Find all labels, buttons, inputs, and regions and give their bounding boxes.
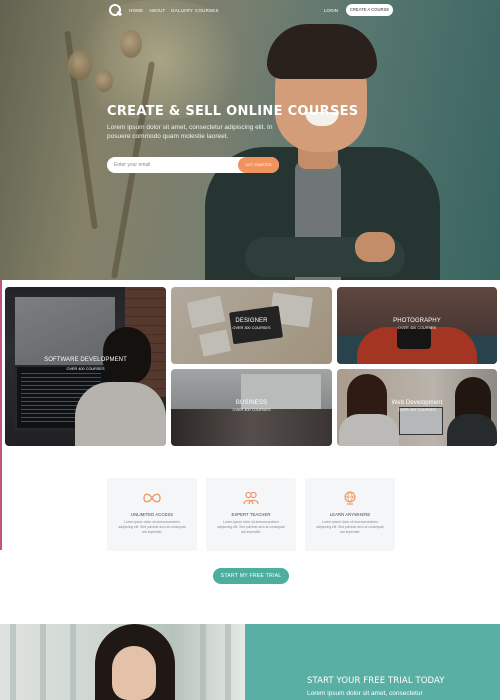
logo-icon[interactable] bbox=[109, 4, 121, 16]
course-tile-title: BUSINESS bbox=[235, 400, 268, 406]
left-accent-edge bbox=[0, 280, 2, 550]
course-tile-designer[interactable]: DESIGNER OVER 300 COURSES bbox=[171, 287, 332, 364]
nav-link-home[interactable]: HOME bbox=[129, 8, 143, 13]
users-icon bbox=[243, 491, 259, 505]
email-signup-form: GET STARTED bbox=[107, 157, 279, 173]
feature-title: LEARN ANYWHERE bbox=[329, 512, 371, 517]
feature-description: Lorem ipsum dolor sit ameconsectetur adi… bbox=[316, 520, 384, 534]
course-tile-business[interactable]: BUSINESS OVER 400 COURSES bbox=[171, 369, 332, 446]
feature-card-expert-teacher: EXPERT TEACHER Lorem ipsum dolor sit ame… bbox=[206, 478, 296, 551]
hero-title: CREATE & SELL ONLINE COURSES bbox=[107, 104, 359, 119]
globe-icon bbox=[344, 491, 356, 505]
course-tile-photography[interactable]: PHOTOGRAPHY OVER 400 COURSES bbox=[337, 287, 497, 364]
course-tile-title: Web Development bbox=[391, 400, 443, 406]
feature-title: EXPERT TEACHER bbox=[231, 512, 271, 517]
email-input[interactable] bbox=[114, 160, 234, 170]
free-trial-heading: START YOUR FREE TRIAL TODAY bbox=[307, 676, 445, 686]
get-started-button[interactable]: GET STARTED bbox=[238, 157, 279, 173]
feature-card-unlimited-access: UNLIMITED ACCESS Lorem ipsum dolor sit a… bbox=[107, 478, 197, 551]
course-tile-software-development[interactable]: SOFTWARE DEVELOPMENT OVER 400 COURSES bbox=[5, 287, 166, 446]
hero-section: HOME ABOUT GALLERY COURSES LOGIN CREATE … bbox=[0, 0, 500, 280]
course-tile-web-development[interactable]: Web Development OVER 400 COURSES bbox=[337, 369, 497, 446]
course-tile-title: SOFTWARE DEVELOPMENT bbox=[44, 357, 127, 363]
nav-link-about[interactable]: ABOUT bbox=[149, 8, 166, 13]
nav-link-gallery[interactable]: GALLERY bbox=[171, 8, 193, 13]
course-tile-title: DESIGNER bbox=[235, 318, 268, 324]
create-course-button[interactable]: CREATE A COURSE bbox=[346, 4, 393, 16]
feature-description: Lorem ipsum dolor sit ameconsectetur adi… bbox=[118, 520, 186, 534]
course-tile-count: OVER 300 COURSES bbox=[232, 326, 271, 330]
top-navigation: HOME ABOUT GALLERY COURSES LOGIN CREATE … bbox=[0, 0, 500, 22]
course-tile-count: OVER 400 COURSES bbox=[398, 408, 436, 412]
feature-title: UNLIMITED ACCESS bbox=[130, 512, 174, 517]
login-link[interactable]: LOGIN bbox=[324, 8, 338, 13]
infinity-icon bbox=[143, 493, 161, 503]
feature-card-learn-anywhere: LEARN ANYWHERE Lorem ipsum dolor sit ame… bbox=[305, 478, 395, 551]
student-reading-photo bbox=[0, 624, 245, 700]
free-trial-panel bbox=[245, 624, 500, 700]
course-tile-title: PHOTOGRAPHY bbox=[393, 318, 441, 324]
landing-page: HOME ABOUT GALLERY COURSES LOGIN CREATE … bbox=[0, 0, 500, 700]
hero-person-photo bbox=[205, 12, 440, 280]
course-tile-count: OVER 400 COURSES bbox=[398, 326, 436, 330]
course-tile-count: OVER 400 COURSES bbox=[66, 367, 105, 371]
feature-description: Lorem ipsum dolor sit ameconsectetur adi… bbox=[217, 520, 285, 534]
free-trial-subtitle: Lorem ipsum dolor sit amet, consectetur bbox=[307, 690, 423, 697]
start-free-trial-button[interactable]: START MY FREE TRIAL bbox=[213, 568, 289, 584]
nav-link-courses[interactable]: COURSES bbox=[195, 8, 219, 13]
hero-subtitle: Lorem ipsum dolor sit amet, consectetur … bbox=[107, 124, 273, 140]
course-tile-count: OVER 400 COURSES bbox=[232, 408, 271, 412]
